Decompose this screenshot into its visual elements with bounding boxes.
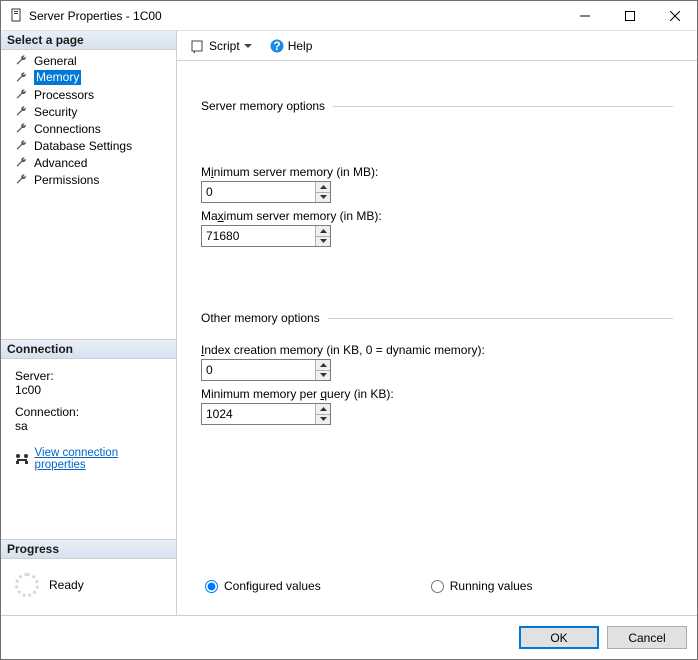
running-values-radio[interactable]: Running values	[431, 579, 533, 593]
configured-values-radio[interactable]: Configured values	[205, 579, 321, 593]
connection-properties-icon	[15, 453, 29, 465]
page-item-label: Security	[34, 105, 77, 119]
progress-spinner-icon	[15, 573, 39, 597]
page-item-connections[interactable]: Connections	[1, 120, 176, 137]
server-value: 1c00	[15, 383, 168, 397]
dialog-window: Server Properties - 1C00 Select a page G…	[0, 0, 698, 660]
values-radio-group: Configured values Running values	[205, 579, 532, 593]
page-item-advanced[interactable]: Advanced	[1, 154, 176, 171]
window-title: Server Properties - 1C00	[9, 8, 562, 23]
min-query-memory-spinner[interactable]	[201, 403, 331, 425]
content-area: Server memory options Minimum server mem…	[177, 61, 697, 615]
cancel-button[interactable]: Cancel	[607, 626, 687, 649]
connection-label: Connection:	[15, 405, 168, 419]
script-icon	[191, 39, 205, 53]
connection-panel: Server: 1c00 Connection: sa View connect…	[1, 359, 176, 481]
progress-status: Ready	[49, 578, 84, 592]
script-button[interactable]: Script	[187, 37, 260, 55]
spin-up-icon[interactable]	[316, 404, 330, 415]
main-panel: Script ? Help Server memory options Mini…	[177, 31, 697, 615]
page-item-permissions[interactable]: Permissions	[1, 171, 176, 188]
max-memory-input[interactable]	[202, 226, 315, 246]
view-connection-properties-link[interactable]: View connection properties	[35, 447, 168, 471]
page-item-label: Connections	[34, 122, 101, 136]
min-query-memory-input[interactable]	[202, 404, 315, 424]
progress-header: Progress	[1, 539, 176, 559]
minimize-button[interactable]	[562, 1, 607, 30]
spin-up-icon[interactable]	[316, 360, 330, 371]
spin-down-icon[interactable]	[316, 237, 330, 247]
spin-up-icon[interactable]	[316, 182, 330, 193]
sidebar: Select a page General Memory Processors Sec…	[1, 31, 177, 615]
page-item-processors[interactable]: Processors	[1, 86, 176, 103]
max-memory-label: Maximum server memory (in MB):	[201, 209, 673, 223]
dialog-footer: OK Cancel	[1, 615, 697, 659]
spin-up-icon[interactable]	[316, 226, 330, 237]
page-item-label: Permissions	[34, 173, 99, 187]
page-item-label: Database Settings	[34, 139, 132, 153]
page-item-security[interactable]: Security	[1, 103, 176, 120]
page-item-label: Processors	[34, 88, 94, 102]
titlebar: Server Properties - 1C00	[1, 1, 697, 31]
page-item-database-settings[interactable]: Database Settings	[1, 137, 176, 154]
page-item-general[interactable]: General	[1, 52, 176, 69]
toolbar: Script ? Help	[177, 31, 697, 61]
connection-value: sa	[15, 419, 168, 433]
max-memory-spinner[interactable]	[201, 225, 331, 247]
dropdown-icon	[244, 42, 252, 50]
spin-down-icon[interactable]	[316, 193, 330, 203]
progress-panel: Ready	[1, 559, 176, 615]
index-memory-input[interactable]	[202, 360, 315, 380]
close-button[interactable]	[652, 1, 697, 30]
min-memory-spinner[interactable]	[201, 181, 331, 203]
help-icon: ?	[270, 39, 284, 53]
page-item-label: General	[34, 54, 77, 68]
maximize-button[interactable]	[607, 1, 652, 30]
min-memory-label: Minimum server memory (in MB):	[201, 165, 673, 179]
other-memory-group: Other memory options	[201, 311, 673, 325]
page-list: General Memory Processors Security Connectio…	[1, 50, 176, 194]
ok-button[interactable]: OK	[519, 626, 599, 649]
window-title-text: Server Properties - 1C00	[29, 9, 162, 23]
server-label: Server:	[15, 369, 168, 383]
spin-down-icon[interactable]	[316, 415, 330, 425]
page-item-label: Memory	[34, 70, 81, 85]
server-memory-group: Server memory options	[201, 99, 673, 113]
select-page-header: Select a page	[1, 31, 176, 50]
min-query-memory-label: Minimum memory per query (in KB):	[201, 387, 673, 401]
server-icon	[9, 8, 23, 22]
page-item-memory[interactable]: Memory	[1, 69, 176, 86]
index-memory-label: Index creation memory (in KB, 0 = dynami…	[201, 343, 673, 357]
spin-down-icon[interactable]	[316, 371, 330, 381]
index-memory-spinner[interactable]	[201, 359, 331, 381]
min-memory-input[interactable]	[202, 182, 315, 202]
svg-text:?: ?	[273, 39, 280, 53]
page-item-label: Advanced	[34, 156, 87, 170]
connection-header: Connection	[1, 339, 176, 359]
help-button[interactable]: ? Help	[266, 37, 317, 55]
